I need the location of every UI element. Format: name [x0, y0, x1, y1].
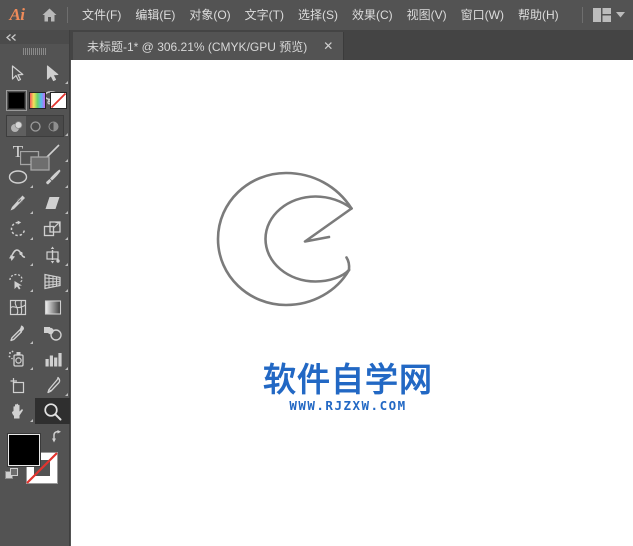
perspective-grid-tool[interactable] — [35, 268, 70, 294]
watermark-title: 软件自学网 — [263, 360, 433, 399]
watermark-url: WWW.RJZXW.COM — [289, 398, 407, 413]
tool-flyout-marker — [65, 81, 68, 84]
menu-edit[interactable]: 编辑(E) — [128, 0, 182, 30]
zoom-tool[interactable] — [35, 398, 70, 424]
draw-behind-button[interactable] — [26, 116, 45, 136]
none-mode-button[interactable] — [50, 92, 67, 109]
eraser-tool[interactable] — [35, 190, 70, 216]
tool-flyout-marker — [30, 289, 33, 292]
rotate-tool[interactable] — [0, 216, 35, 242]
document-canvas[interactable]: 软件自学网 WWW.RJZXW.COM — [71, 60, 633, 546]
tool-flyout-marker — [65, 393, 68, 396]
slice-tool[interactable] — [35, 372, 70, 398]
blend-tool[interactable] — [35, 320, 70, 346]
tool-flyout-marker — [65, 211, 68, 214]
menubar-right-divider — [582, 7, 583, 23]
tool-flyout-marker — [30, 263, 33, 266]
tool-flyout-marker — [65, 133, 68, 136]
tool-flyout-marker — [30, 211, 33, 214]
tool-flyout-marker — [65, 185, 68, 188]
color-mode-group — [6, 90, 67, 111]
menu-type[interactable]: 文字(T) — [238, 0, 291, 30]
chevron-down-icon — [616, 12, 625, 18]
menu-select[interactable]: 选择(S) — [291, 0, 345, 30]
artboard-tool[interactable] — [0, 372, 35, 398]
workspace-layout-icon — [593, 8, 611, 22]
document-tab[interactable]: 未标题-1* @ 306.21% (CMYK/GPU 预览) ✕ — [73, 32, 345, 60]
color-mode-button[interactable] — [6, 90, 27, 111]
swap-fill-stroke-icon[interactable] — [51, 430, 65, 447]
menu-help[interactable]: 帮助(H) — [511, 0, 566, 30]
gradient-mode-button[interactable] — [29, 92, 46, 109]
eyedropper-tool[interactable] — [0, 320, 35, 346]
scale-tool[interactable] — [35, 216, 70, 242]
menu-file[interactable]: 文件(F) — [75, 0, 128, 30]
menu-object[interactable]: 对象(O) — [182, 0, 237, 30]
menu-window[interactable]: 窗口(W) — [454, 0, 511, 30]
change-screen-mode-button[interactable] — [0, 146, 70, 176]
mesh-tool[interactable] — [0, 294, 35, 320]
tool-flyout-marker — [65, 237, 68, 240]
tool-flyout-marker — [65, 289, 68, 292]
fill-swatch[interactable] — [8, 434, 40, 466]
shape-builder-tool[interactable] — [0, 268, 35, 294]
tool-flyout-marker — [30, 185, 33, 188]
gradient-tool[interactable] — [35, 294, 70, 320]
document-tab-label: 未标题-1* @ 306.21% (CMYK/GPU 预览) — [87, 39, 308, 54]
default-fill-stroke-icon[interactable] — [5, 468, 19, 485]
blob-brush-tool[interactable] — [0, 190, 35, 216]
tool-flyout-marker — [30, 419, 33, 422]
menu-effect[interactable]: 效果(C) — [345, 0, 400, 30]
c-logo-outline[interactable] — [201, 160, 381, 323]
menubar-divider — [67, 7, 68, 23]
menu-bar: Ai 文件(F) 编辑(E) 对象(O) 文字(T) 选择(S) 效果(C) 视… — [0, 0, 633, 30]
panel-drag-handle[interactable] — [0, 44, 69, 58]
menubar-right-group — [572, 7, 633, 23]
width-tool[interactable] — [0, 242, 35, 268]
direct-selection-tool[interactable] — [35, 60, 70, 86]
tool-flyout-marker — [30, 237, 33, 240]
selection-tool[interactable] — [0, 60, 35, 86]
free-transform-tool[interactable] — [35, 242, 70, 268]
menu-view[interactable]: 视图(V) — [400, 0, 454, 30]
tool-flyout-marker — [65, 263, 68, 266]
close-icon[interactable]: ✕ — [321, 39, 335, 53]
hand-tool[interactable] — [0, 398, 35, 424]
column-graph-tool[interactable] — [35, 346, 70, 372]
symbol-sprayer-tool[interactable] — [0, 346, 35, 372]
workspace-switcher[interactable] — [593, 8, 625, 22]
illustrator-window: Ai 文件(F) 编辑(E) 对象(O) 文字(T) 选择(S) 效果(C) 视… — [0, 0, 633, 546]
fill-stroke-controls — [0, 427, 70, 499]
draw-normal-button[interactable] — [7, 116, 26, 136]
document-tab-bar: 未标题-1* @ 306.21% (CMYK/GPU 预览) ✕ — [70, 30, 633, 60]
home-icon[interactable] — [34, 0, 64, 30]
app-logo-icon: Ai — [9, 5, 25, 24]
tools-panel: T — [0, 30, 70, 546]
tool-flyout-marker — [30, 367, 33, 370]
tool-flyout-marker — [30, 341, 33, 344]
watermark: 软件自学网 WWW.RJZXW.COM — [263, 363, 433, 413]
double-chevron-left-icon[interactable] — [0, 30, 69, 44]
tool-grid: T — [0, 58, 70, 424]
draw-inside-button[interactable] — [44, 116, 63, 136]
draw-mode-group — [6, 115, 64, 137]
tool-flyout-marker — [65, 367, 68, 370]
